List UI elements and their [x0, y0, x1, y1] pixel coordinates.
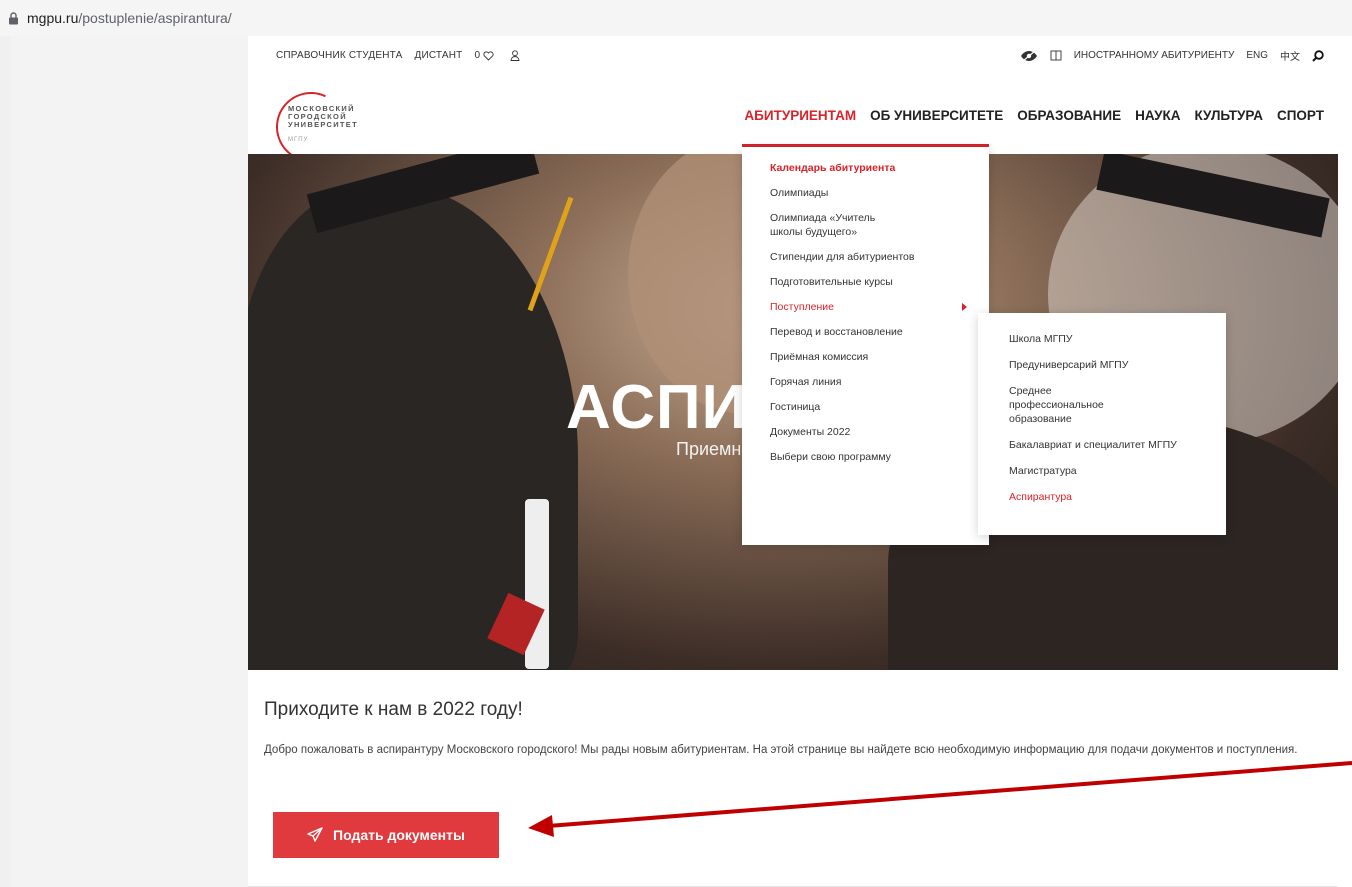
menu-item-documents[interactable]: Документы 2022: [742, 425, 989, 439]
nav-applicants[interactable]: АБИТУРИЕНТАМ: [744, 108, 856, 123]
book-icon[interactable]: [1050, 50, 1062, 61]
submenu-item-postgraduate[interactable]: Аспирантура: [978, 490, 1226, 504]
submenu-item-vocational[interactable]: Среднее профессиональное образование: [978, 384, 1168, 426]
user-icon[interactable]: [510, 50, 520, 61]
menu-item-admission-label: Поступление: [770, 301, 834, 313]
heart-icon: [483, 50, 494, 61]
logo-line-3: УНИВЕРСИТЕТ: [288, 120, 358, 129]
left-gutter: [0, 36, 248, 887]
foreign-applicant-link[interactable]: ИНОСТРАННОМУ АБИТУРИЕНТУ: [1074, 50, 1235, 61]
logo-text: МОСКОВСКИЙ ГОРОДСКОЙ УНИВЕРСИТЕТ: [288, 105, 358, 129]
menu-item-prep-courses[interactable]: Подготовительные курсы: [742, 275, 989, 289]
submenu-item-master[interactable]: Магистратура: [978, 464, 1226, 478]
menu-item-scholarships[interactable]: Стипендии для абитуриентов: [742, 250, 989, 264]
admission-submenu: Школа МГПУ Предуниверсарий МГПУ Среднее …: [978, 313, 1226, 535]
address-bar[interactable]: mgpu.ru/postuplenie/aspirantura/: [0, 0, 1352, 36]
nav-education[interactable]: ОБРАЗОВАНИЕ: [1017, 108, 1121, 123]
menu-item-olympiad-teacher[interactable]: Олимпиада «Учитель школы будущего»: [742, 211, 932, 239]
lang-cn[interactable]: 中文: [1280, 48, 1300, 63]
search-icon[interactable]: [1312, 49, 1324, 62]
url-path: /postuplenie/aspirantura/: [78, 10, 232, 26]
nav-about[interactable]: ОБ УНИВЕРСИТЕТЕ: [870, 108, 1003, 123]
cap-tassel: [527, 196, 574, 312]
menu-item-choose-program[interactable]: Выбери свою программу: [742, 450, 989, 464]
menu-item-olympiads[interactable]: Олимпиады: [742, 186, 989, 200]
utility-bar-right: ИНОСТРАННОМУ АБИТУРИЕНТУ ENG 中文: [1008, 48, 1324, 63]
page-heading: Приходите к нам в 2022 году!: [264, 699, 523, 720]
applicants-dropdown: Календарь абитуриента Олимпиады Олимпиад…: [742, 147, 989, 545]
nav-sport[interactable]: СПОРТ: [1277, 108, 1324, 123]
submenu-arrow-icon: [962, 303, 967, 311]
submit-documents-button[interactable]: Подать документы: [273, 812, 499, 858]
menu-item-admission-office[interactable]: Приёмная комиссия: [742, 350, 989, 364]
lock-icon: [9, 11, 18, 24]
logo-abbr: МГПУ: [288, 137, 309, 143]
menu-item-hotline[interactable]: Горячая линия: [742, 375, 989, 389]
intro-paragraph: Добро пожаловать в аспирантуру Московско…: [264, 744, 1298, 756]
hero-title: АСПИ: [566, 373, 748, 442]
main-nav: АБИТУРИЕНТАМ ОБ УНИВЕРСИТЕТЕ ОБРАЗОВАНИЕ…: [730, 108, 1324, 123]
utility-bar-left: СПРАВОЧНИК СТУДЕНТА ДИСТАНТ 0: [276, 50, 524, 61]
visually-impaired-icon[interactable]: [1020, 50, 1038, 62]
send-icon: [307, 827, 323, 842]
menu-item-admission[interactable]: Поступление: [742, 300, 989, 314]
url-host: mgpu.ru: [27, 10, 79, 26]
lang-en[interactable]: ENG: [1246, 50, 1268, 61]
nav-culture[interactable]: КУЛЬТУРА: [1194, 108, 1262, 123]
page: СПРАВОЧНИК СТУДЕНТА ДИСТАНТ 0 ИНОСТРАННО…: [248, 36, 1338, 887]
submenu-item-preuniversary[interactable]: Предуниверсарий МГПУ: [978, 358, 1226, 372]
submenu-item-school[interactable]: Школа МГПУ: [978, 332, 1226, 346]
menu-item-hotel[interactable]: Гостиница: [742, 400, 989, 414]
logo[interactable]: МОСКОВСКИЙ ГОРОДСКОЙ УНИВЕРСИТЕТ МГПУ: [266, 82, 386, 172]
favorites-count: 0: [474, 50, 481, 61]
hero-subtitle: Приемн: [676, 439, 742, 459]
menu-item-transfer[interactable]: Перевод и восстановление: [742, 325, 989, 339]
nav-science[interactable]: НАУКА: [1135, 108, 1180, 123]
distant-link[interactable]: ДИСТАНТ: [414, 50, 462, 61]
student-guide-link[interactable]: СПРАВОЧНИК СТУДЕНТА: [276, 50, 402, 61]
submenu-item-bachelor[interactable]: Бакалавриат и специалитет МГПУ: [978, 438, 1226, 452]
favorites-link[interactable]: 0: [475, 50, 499, 61]
submit-documents-label: Подать документы: [333, 827, 465, 843]
menu-item-calendar[interactable]: Календарь абитуриента: [742, 161, 989, 175]
